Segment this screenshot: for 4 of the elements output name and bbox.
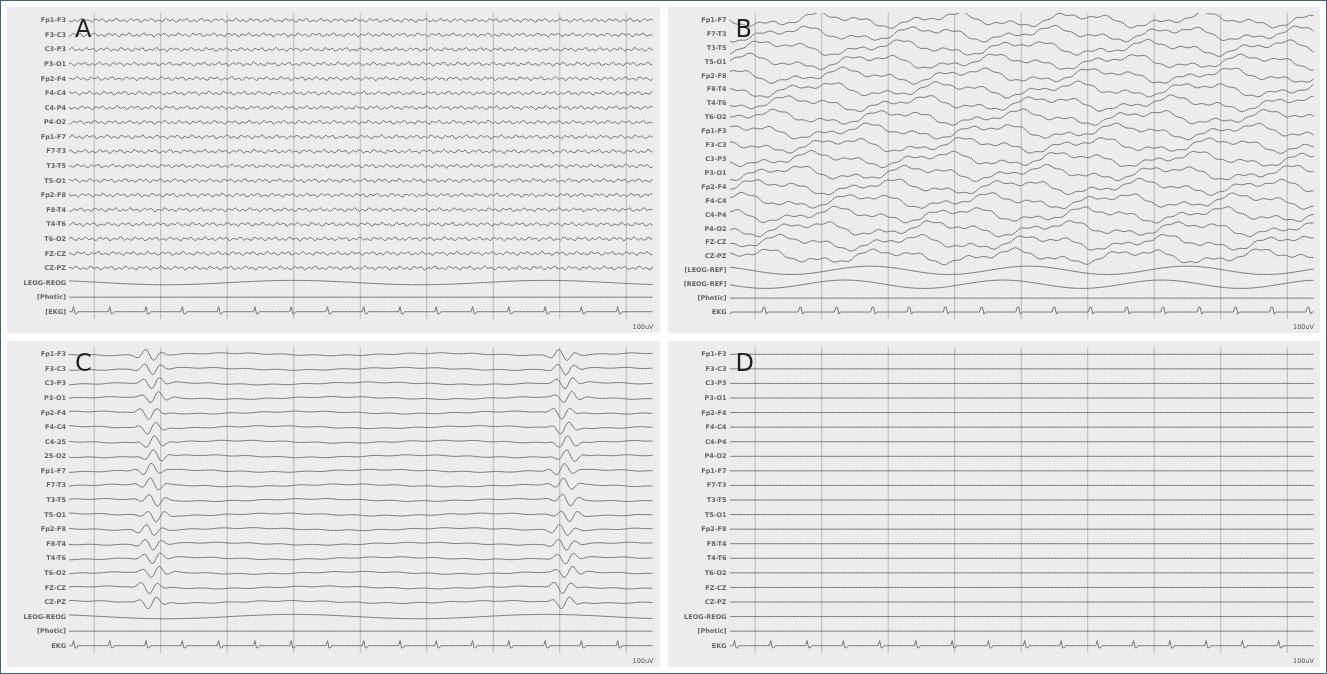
panel-letter: C — [75, 351, 92, 375]
panel-letter: D — [735, 351, 754, 375]
panel-letter: A — [75, 17, 92, 41]
panel-letter: B — [735, 17, 752, 41]
